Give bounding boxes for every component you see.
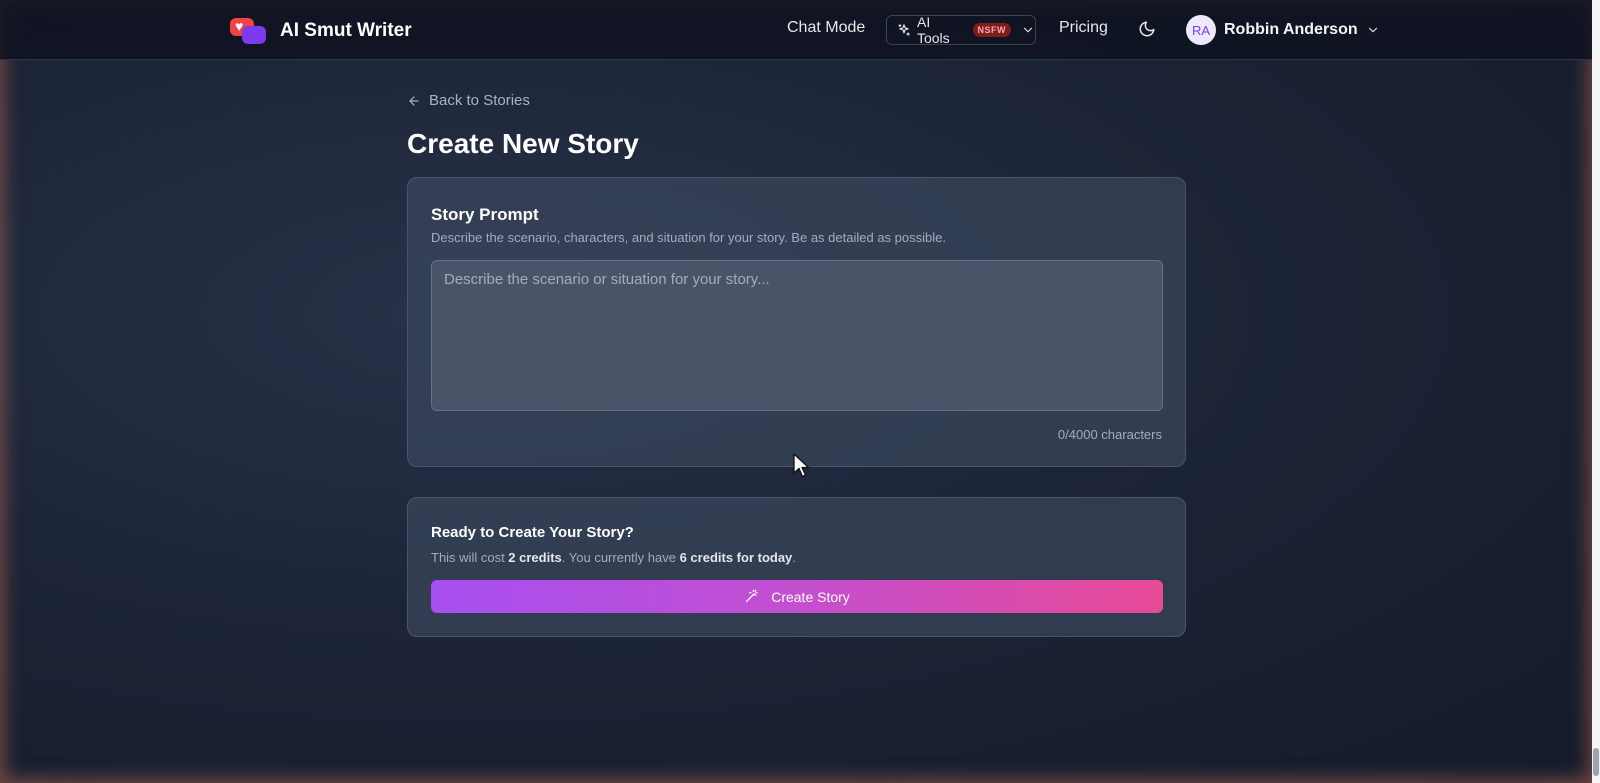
nav-chat-mode[interactable]: Chat Mode — [787, 19, 865, 37]
character-counter: 0/4000 characters — [1057, 427, 1162, 442]
credits-remaining: 6 credits for today — [679, 550, 793, 565]
back-link-label: Back to Stories — [429, 92, 530, 109]
nav-pricing[interactable]: Pricing — [1059, 19, 1108, 37]
ai-tools-dropdown[interactable]: AI Tools NSFW — [886, 14, 1036, 46]
create-story-title: Ready to Create Your Story? — [431, 524, 634, 541]
user-name: Robbin Anderson — [1224, 21, 1358, 38]
nsfw-badge: NSFW — [972, 23, 1011, 37]
ai-tools-label: AI Tools — [916, 14, 950, 46]
credit-cost-text: This will cost 2 credits. You currently … — [431, 550, 796, 565]
story-prompt-description: Describe the scenario, characters, and s… — [431, 230, 946, 245]
brand-name: AI Smut Writer — [280, 20, 412, 41]
cost-amount: 2 credits — [508, 550, 562, 565]
heart-chat-logo-icon: ♥ — [226, 16, 270, 46]
chevron-down-icon — [1368, 27, 1377, 33]
brand-link[interactable]: ♥ AI Smut Writer — [226, 16, 412, 46]
moon-icon[interactable] — [1138, 20, 1156, 38]
page-title: Create New Story — [407, 128, 639, 159]
back-to-stories-link[interactable]: Back to Stories — [407, 92, 530, 109]
avatar: RA — [1186, 15, 1216, 45]
sparkles-icon — [898, 24, 910, 36]
story-prompt-input[interactable] — [431, 260, 1163, 411]
app-window: ♥ AI Smut Writer Chat Mode AI Tools NSFW… — [0, 0, 1592, 783]
chevron-down-icon — [1023, 27, 1033, 33]
scrollbar[interactable] — [1592, 0, 1600, 783]
arrow-left-icon — [409, 95, 419, 106]
mouse-cursor-icon — [793, 453, 810, 478]
magic-wand-icon — [746, 589, 758, 603]
user-menu[interactable]: RA Robbin Anderson — [1186, 15, 1380, 45]
top-navbar: ♥ AI Smut Writer Chat Mode AI Tools NSFW… — [0, 0, 1592, 60]
create-story-label: Create Story — [771, 588, 850, 605]
story-prompt-card: Story Prompt Describe the scenario, char… — [407, 177, 1186, 467]
story-prompt-title: Story Prompt — [431, 205, 539, 224]
create-story-card: Ready to Create Your Story? This will co… — [407, 497, 1186, 637]
scrollbar-thumb[interactable] — [1593, 748, 1599, 776]
create-story-button[interactable]: Create Story — [431, 580, 1163, 613]
